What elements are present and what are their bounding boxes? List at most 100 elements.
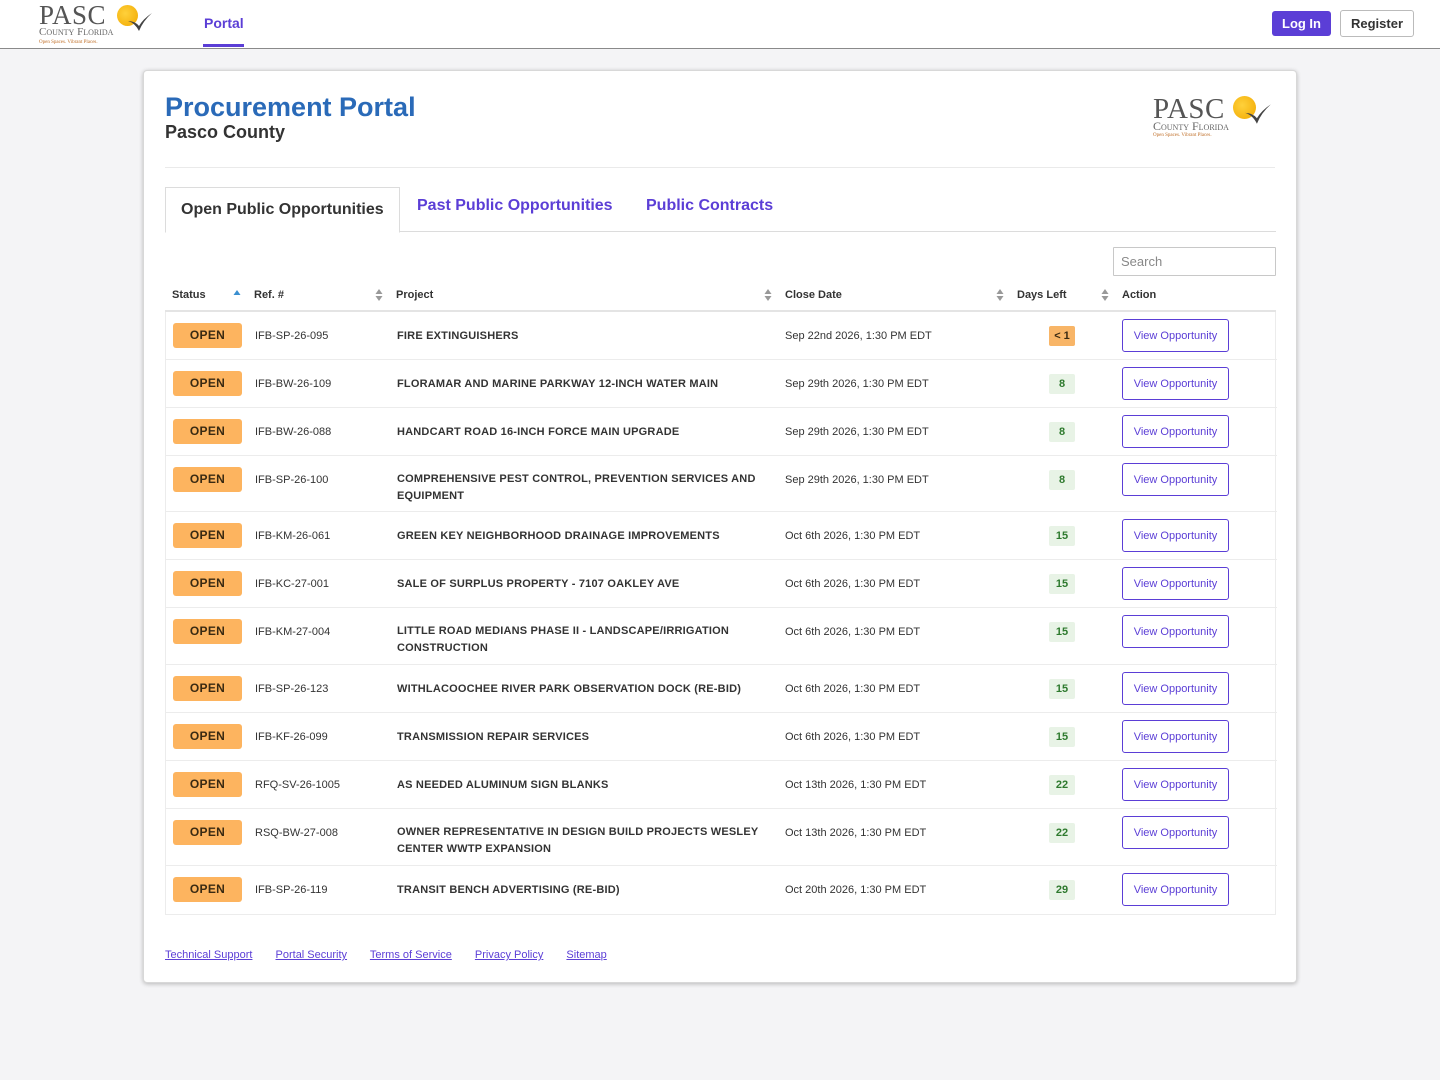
- view-opportunity-button[interactable]: View Opportunity: [1122, 873, 1229, 906]
- view-opportunity-button[interactable]: View Opportunity: [1122, 567, 1229, 600]
- table-row: OPEN IFB-KM-27-004 LITTLE ROAD MEDIANS P…: [166, 608, 1277, 665]
- nav-tab-active-indicator: [203, 44, 244, 47]
- status-badge: OPEN: [173, 523, 242, 548]
- status-badge: OPEN: [173, 724, 242, 749]
- register-button[interactable]: Register: [1340, 10, 1414, 37]
- close-date: Oct 6th 2026, 1:30 PM EDT: [785, 626, 921, 638]
- view-opportunity-button[interactable]: View Opportunity: [1122, 816, 1229, 849]
- top-navbar: PASC County Florida Open Spaces. Vibrant…: [0, 0, 1440, 49]
- view-opportunity-button[interactable]: View Opportunity: [1122, 367, 1229, 400]
- column-header-status[interactable]: Status: [172, 289, 206, 301]
- column-header-days-left[interactable]: Days Left: [1017, 289, 1067, 301]
- project-name: FIRE EXTINGUISHERS: [397, 330, 519, 342]
- close-date: Sep 29th 2026, 1:30 PM EDT: [785, 378, 929, 390]
- close-date: Oct 13th 2026, 1:30 PM EDT: [785, 827, 927, 839]
- logo-wordmark: PASC: [39, 0, 107, 30]
- pasco-logo[interactable]: PASC County Florida Open Spaces. Vibrant…: [39, 2, 154, 46]
- ref-number: IFB-KM-27-004: [255, 626, 331, 638]
- status-badge: OPEN: [173, 820, 242, 845]
- ref-number: IFB-KC-27-001: [255, 578, 329, 590]
- close-date: Oct 6th 2026, 1:30 PM EDT: [785, 731, 921, 743]
- tab-open-opportunities[interactable]: Open Public Opportunities: [165, 187, 400, 233]
- project-name: OWNER REPRESENTATIVE IN DESIGN BUILD PRO…: [397, 826, 759, 855]
- view-opportunity-button[interactable]: View Opportunity: [1122, 415, 1229, 448]
- bird-icon: [128, 13, 152, 31]
- days-left-badge: 8: [1049, 422, 1075, 442]
- footer-link-technical-support[interactable]: Technical Support: [165, 949, 252, 961]
- ref-number: RFQ-SV-26-1005: [255, 779, 340, 791]
- project-name: HANDCART ROAD 16-INCH FORCE MAIN UPGRADE: [397, 426, 680, 438]
- table-row: OPEN IFB-SP-26-123 WITHLACOOCHEE RIVER P…: [166, 665, 1277, 713]
- sort-icon[interactable]: [1101, 288, 1109, 302]
- view-opportunity-button[interactable]: View Opportunity: [1122, 672, 1229, 705]
- ref-number: IFB-KF-26-099: [255, 731, 328, 743]
- logo-county: County Florida: [39, 26, 114, 38]
- days-left-badge: 15: [1049, 526, 1075, 546]
- column-header-action: Action: [1122, 289, 1157, 301]
- days-left-badge: 8: [1049, 470, 1075, 490]
- sort-asc-icon[interactable]: [233, 288, 241, 302]
- search-input[interactable]: [1113, 247, 1276, 276]
- days-left-badge: 15: [1049, 622, 1075, 642]
- ref-number: IFB-BW-26-109: [255, 378, 332, 390]
- sort-icon[interactable]: [375, 288, 383, 302]
- view-opportunity-button[interactable]: View Opportunity: [1122, 720, 1229, 753]
- tab-public-contracts[interactable]: Public Contracts: [646, 197, 773, 215]
- footer-link-sitemap[interactable]: Sitemap: [566, 949, 606, 961]
- days-left-badge: 8: [1049, 374, 1075, 394]
- ref-number: IFB-SP-26-119: [255, 884, 328, 896]
- table-header: Status Ref. # Project Close Date Days Le…: [165, 281, 1276, 312]
- view-opportunity-button[interactable]: View Opportunity: [1122, 463, 1229, 496]
- login-button[interactable]: Log In: [1272, 11, 1331, 36]
- project-name: FLORAMAR AND MARINE PARKWAY 12-INCH WATE…: [397, 378, 719, 390]
- card-logo: PASC County Florida Open Spaces. Vibrant…: [1153, 95, 1273, 143]
- ref-number: IFB-SP-26-100: [255, 474, 329, 486]
- table-row: OPEN IFB-KF-26-099 TRANSMISSION REPAIR S…: [166, 713, 1277, 761]
- column-header-project[interactable]: Project: [396, 289, 433, 301]
- project-name: TRANSIT BENCH ADVERTISING (RE-BID): [397, 884, 620, 896]
- page-subtitle: Pasco County: [165, 122, 286, 142]
- footer-link-privacy-policy[interactable]: Privacy Policy: [475, 949, 543, 961]
- view-opportunity-button[interactable]: View Opportunity: [1122, 319, 1229, 352]
- ref-number: IFB-SP-26-123: [255, 683, 329, 695]
- table-row: OPEN IFB-BW-26-088 HANDCART ROAD 16-INCH…: [166, 408, 1277, 456]
- footer-link-terms-of-service[interactable]: Terms of Service: [370, 949, 452, 961]
- close-date: Oct 6th 2026, 1:30 PM EDT: [785, 530, 921, 542]
- close-date: Oct 6th 2026, 1:30 PM EDT: [785, 578, 921, 590]
- close-date: Oct 20th 2026, 1:30 PM EDT: [785, 884, 927, 896]
- nav-tab-portal[interactable]: Portal: [204, 15, 244, 31]
- days-left-badge: 22: [1049, 775, 1075, 795]
- days-left-badge: 15: [1049, 574, 1075, 594]
- table-row: OPEN RFQ-SV-26-1005 AS NEEDED ALUMINUM S…: [166, 761, 1277, 809]
- days-left-badge: 22: [1049, 823, 1075, 843]
- close-date: Sep 29th 2026, 1:30 PM EDT: [785, 426, 929, 438]
- logo-county: County Florida: [1153, 119, 1229, 133]
- table-row: OPEN IFB-KC-27-001 SALE OF SURPLUS PROPE…: [166, 560, 1277, 608]
- project-name: COMPREHENSIVE PEST CONTROL, PREVENTION S…: [397, 473, 756, 502]
- column-header-close-date[interactable]: Close Date: [785, 289, 842, 301]
- status-badge: OPEN: [173, 323, 242, 348]
- table-row: OPEN IFB-SP-26-119 TRANSIT BENCH ADVERTI…: [166, 866, 1277, 914]
- project-name: AS NEEDED ALUMINUM SIGN BLANKS: [397, 779, 609, 791]
- view-opportunity-button[interactable]: View Opportunity: [1122, 519, 1229, 552]
- ref-number: RSQ-BW-27-008: [255, 827, 338, 839]
- project-name: WITHLACOOCHEE RIVER PARK OBSERVATION DOC…: [397, 683, 742, 695]
- footer-link-portal-security[interactable]: Portal Security: [276, 949, 348, 961]
- close-date: Sep 29th 2026, 1:30 PM EDT: [785, 474, 929, 486]
- status-badge: OPEN: [173, 467, 242, 492]
- view-opportunity-button[interactable]: View Opportunity: [1122, 768, 1229, 801]
- project-name: TRANSMISSION REPAIR SERVICES: [397, 731, 590, 743]
- logo-tagline: Open Spaces. Vibrant Places.: [39, 40, 98, 45]
- tab-past-opportunities[interactable]: Past Public Opportunities: [417, 197, 613, 215]
- status-badge: OPEN: [173, 371, 242, 396]
- sort-icon[interactable]: [996, 288, 1004, 302]
- sort-icon[interactable]: [764, 288, 772, 302]
- status-badge: OPEN: [173, 619, 242, 644]
- column-header-ref[interactable]: Ref. #: [254, 289, 284, 301]
- ref-number: IFB-BW-26-088: [255, 426, 332, 438]
- status-badge: OPEN: [173, 772, 242, 797]
- project-name: GREEN KEY NEIGHBORHOOD DRAINAGE IMPROVEM…: [397, 530, 720, 542]
- ref-number: IFB-SP-26-095: [255, 330, 329, 342]
- days-left-badge: < 1: [1049, 326, 1075, 346]
- view-opportunity-button[interactable]: View Opportunity: [1122, 615, 1229, 648]
